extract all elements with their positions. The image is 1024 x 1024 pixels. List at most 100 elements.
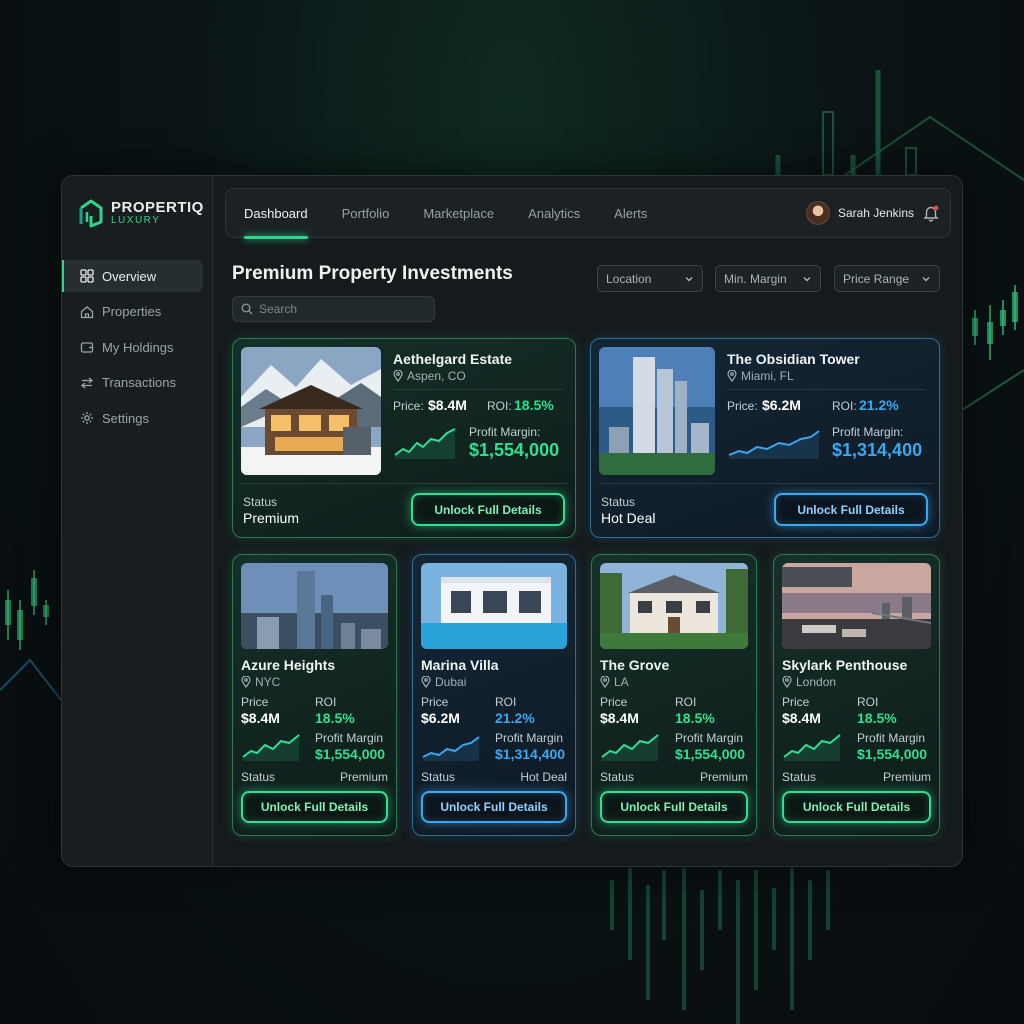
location-pin-icon [782, 676, 792, 688]
property-photo [782, 563, 931, 649]
sidebar-item-settings[interactable]: Settings [62, 402, 203, 434]
property-name: The Grove [600, 657, 670, 673]
page-title: Premium Property Investments [232, 263, 513, 284]
property-location: Dubai [421, 675, 466, 689]
featured-property-card[interactable]: The Obsidian Tower Miami, FL Price: $6.2… [590, 338, 940, 538]
location-text: Aspen, CO [407, 369, 466, 383]
brand-tagline: LUXURY [111, 214, 161, 226]
tab-alerts[interactable]: Alerts [614, 189, 647, 239]
unlock-details-button[interactable]: Unlock Full Details [421, 791, 567, 823]
sidebar-item-label: Settings [102, 410, 149, 426]
property-name: The Obsidian Tower [727, 351, 860, 367]
search-icon [241, 303, 253, 315]
status-value: Hot Deal [601, 510, 656, 526]
location-text: London [796, 675, 837, 689]
trend-sparkline [394, 428, 456, 459]
sidebar-item-label: Transactions [102, 375, 176, 390]
search-field[interactable] [232, 296, 435, 322]
status-label: Status [601, 495, 636, 509]
sidebar-item-transactions[interactable]: Transactions [62, 367, 203, 399]
grid-icon [80, 269, 94, 283]
property-card[interactable]: Marina Villa Dubai Price $6.2M ROI 21.2%… [412, 554, 576, 836]
sidebar-item-properties[interactable]: Properties [62, 296, 203, 328]
property-card[interactable]: Skylark Penthouse London Price $8.4M ROI… [773, 554, 940, 836]
sidebar-item-overview[interactable]: Overview [62, 260, 203, 292]
unlock-details-button[interactable]: Unlock Full Details [241, 791, 388, 823]
roi-label: ROI [675, 695, 697, 709]
roi-value: 18.5% [675, 710, 715, 726]
tab-analytics[interactable]: Analytics [528, 189, 580, 239]
tab-dashboard[interactable]: Dashboard [244, 189, 308, 239]
chevron-down-icon [803, 276, 811, 281]
status-label: Status [243, 495, 278, 509]
profit-margin-label: Profit Margin [315, 731, 384, 745]
chevron-down-icon [922, 276, 930, 281]
arrows-swap-icon [80, 377, 94, 388]
price-range-filter-dropdown[interactable]: Price Range [834, 265, 940, 292]
unlock-details-button[interactable]: Unlock Full Details [600, 791, 748, 823]
status-label: Status [241, 770, 276, 784]
status-value: Premium [699, 770, 748, 784]
avatar[interactable] [805, 201, 830, 225]
app-window: PROPERTIQ LUXURY Overview Properties My … [61, 175, 963, 867]
price-label: Price [782, 695, 810, 709]
roi-label: ROI: [487, 399, 512, 413]
location-pin-icon [600, 676, 610, 688]
divider [599, 483, 933, 484]
trend-sparkline [728, 430, 820, 459]
gear-icon [81, 412, 93, 424]
sidebar-item-label: Properties [102, 304, 162, 319]
property-location: LA [600, 675, 629, 689]
profit-margin-label: Profit Margin [857, 731, 926, 745]
property-card[interactable]: The Grove LA Price $8.4M ROI 18.5% Profi… [591, 554, 757, 836]
property-photo [241, 563, 388, 649]
roi-value: 21.2% [859, 397, 899, 413]
roi-value: 18.5% [514, 397, 554, 413]
profit-margin-value: $1,554,000 [469, 440, 560, 460]
brand-logo[interactable]: PROPERTIQ LUXURY [78, 198, 204, 228]
price-value: $6.2M [762, 397, 801, 413]
property-photo [600, 563, 748, 649]
location-text: NYC [255, 675, 281, 689]
wallet-icon [80, 342, 94, 353]
price-value: $8.4M [428, 397, 467, 413]
propertiq-logo-icon [79, 199, 103, 228]
filter-label: Location [606, 271, 652, 286]
tab-marketplace[interactable]: Marketplace [423, 189, 494, 239]
min-margin-filter-dropdown[interactable]: Min. Margin [715, 265, 821, 292]
user-menu[interactable]: Sarah Jenkins [805, 201, 940, 225]
top-nav-bar: Dashboard Portfolio Marketplace Analytic… [225, 188, 951, 239]
profit-margin-label: Profit Margin: [469, 425, 541, 439]
bell-icon[interactable] [922, 204, 940, 222]
unlock-details-button[interactable]: Unlock Full Details [411, 493, 565, 526]
tab-portfolio[interactable]: Portfolio [342, 189, 390, 239]
price-value: $8.4M [782, 710, 821, 726]
property-card[interactable]: Azure Heights NYC Price $8.4M ROI 18.5% … [232, 554, 397, 836]
location-text: Dubai [435, 675, 467, 689]
sidebar-nav: Overview Properties My Holdings Transact… [62, 260, 213, 438]
unlock-details-button[interactable]: Unlock Full Details [782, 791, 931, 823]
location-pin-icon [421, 676, 431, 688]
unlock-details-button[interactable]: Unlock Full Details [774, 493, 928, 526]
divider [241, 483, 569, 484]
home-icon [80, 305, 94, 318]
sidebar-item-label: Overview [102, 268, 157, 284]
divider [393, 389, 563, 390]
featured-property-card[interactable]: Aethelgard Estate Aspen, CO Price: $8.4M… [232, 338, 576, 538]
property-name: Skylark Penthouse [782, 657, 908, 673]
status-value: Premium [882, 770, 931, 784]
status-value: Premium [243, 510, 300, 526]
price-label: Price [600, 695, 628, 709]
roi-value: 18.5% [857, 710, 897, 726]
property-location: Aspen, CO [393, 369, 466, 383]
location-filter-dropdown[interactable]: Location [597, 265, 703, 292]
property-location: Miami, FL [727, 369, 794, 383]
roi-label: ROI [857, 695, 879, 709]
profit-margin-label: Profit Margin [495, 731, 564, 745]
sidebar-item-my-holdings[interactable]: My Holdings [62, 331, 203, 363]
search-input[interactable] [259, 302, 419, 316]
profit-margin-label: Profit Margin [675, 731, 744, 745]
price-value: $8.4M [241, 710, 280, 726]
profit-margin-value: $1,554,000 [857, 746, 928, 762]
profit-margin-value: $1,554,000 [315, 746, 386, 762]
